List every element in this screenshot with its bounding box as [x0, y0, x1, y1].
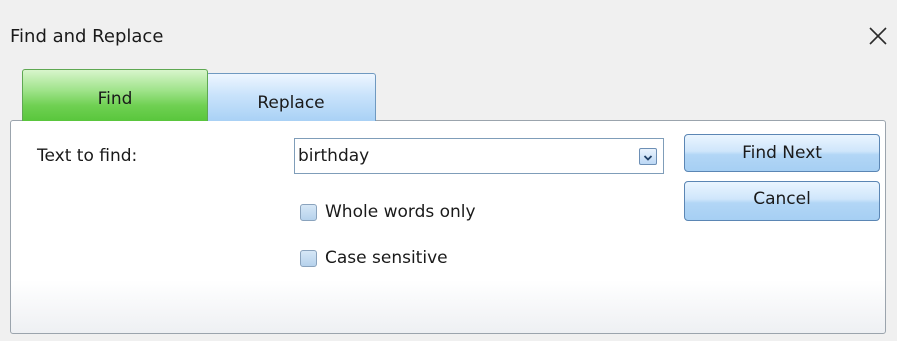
text-to-find-input[interactable]: birthday: [298, 146, 369, 166]
close-icon: [868, 26, 888, 46]
tab-find[interactable]: Find: [22, 69, 208, 121]
text-to-find-combobox[interactable]: birthday: [294, 138, 664, 174]
close-button[interactable]: [863, 20, 893, 52]
find-replace-dialog: Find and Replace Find Replace Text to fi…: [0, 0, 897, 341]
find-next-label: Find Next: [742, 143, 822, 163]
case-sensitive-checkbox[interactable]: [300, 249, 317, 267]
find-next-button[interactable]: Find Next: [684, 134, 880, 172]
dropdown-button[interactable]: [639, 148, 657, 165]
tab-replace[interactable]: Replace: [206, 73, 376, 121]
cancel-label: Cancel: [753, 189, 811, 209]
case-sensitive-label: Case sensitive: [325, 248, 448, 268]
whole-words-option[interactable]: Whole words only: [300, 201, 476, 223]
case-sensitive-option[interactable]: Case sensitive: [300, 247, 448, 269]
dialog-title: Find and Replace: [10, 26, 164, 47]
text-to-find-label: Text to find:: [37, 146, 138, 166]
whole-words-label: Whole words only: [325, 202, 476, 222]
whole-words-checkbox[interactable]: [300, 203, 317, 221]
title-bar: Find and Replace: [0, 0, 897, 68]
tab-replace-label: Replace: [257, 92, 325, 113]
cancel-button[interactable]: Cancel: [684, 181, 880, 221]
tab-find-label: Find: [97, 88, 133, 109]
chevron-down-icon: [643, 147, 653, 166]
